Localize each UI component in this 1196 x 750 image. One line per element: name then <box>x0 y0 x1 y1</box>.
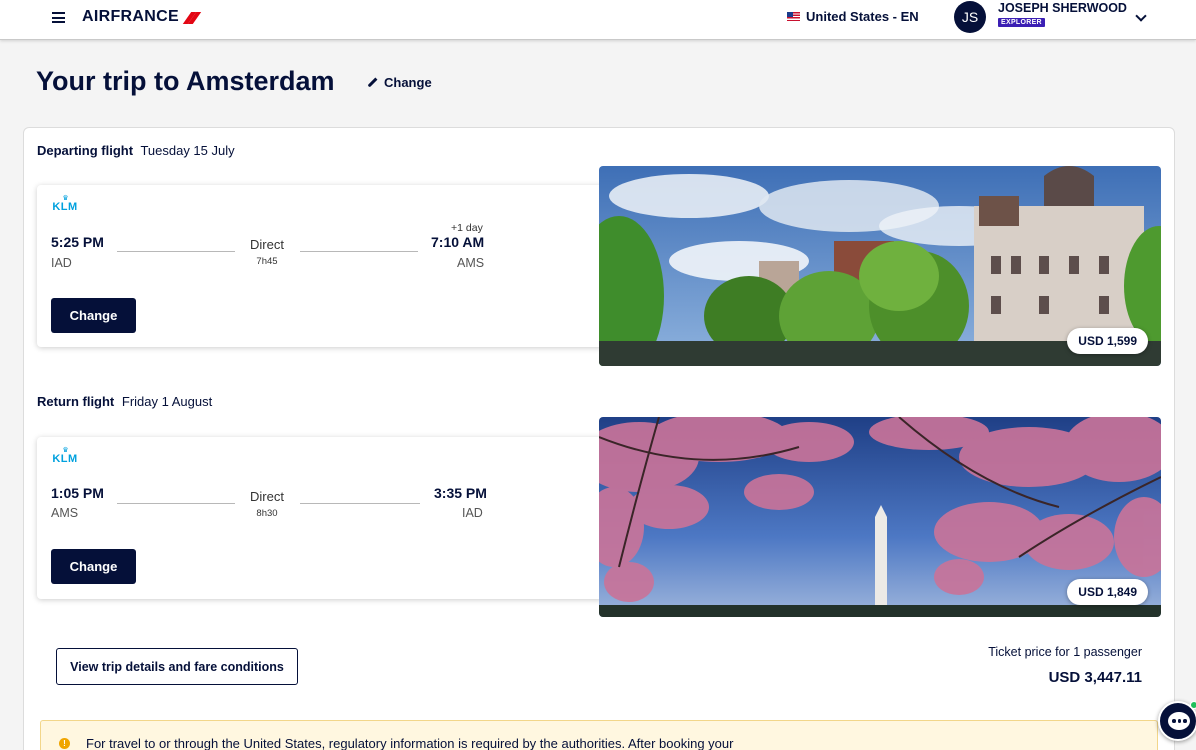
departing-flight-date: Tuesday 15 July <box>140 143 235 158</box>
departure-airport: AMS <box>51 506 79 520</box>
online-indicator <box>1190 701 1196 709</box>
warning-icon: ! <box>59 738 70 749</box>
flight-duration: 8h30 <box>256 508 278 519</box>
arrival-airport: AMS <box>457 256 485 270</box>
departure-time: 5:25 PM <box>51 234 104 250</box>
route-line-right <box>300 251 418 252</box>
status-badge: EXPLORER <box>998 18 1045 27</box>
return-flight-heading: Return flight Friday 1 August <box>37 394 212 409</box>
regulatory-notice: ! For travel to or through the United St… <box>40 720 1158 750</box>
pencil-icon <box>366 77 378 89</box>
departure-time: 1:05 PM <box>51 485 104 501</box>
klm-logo-icon: ♛ KLM <box>52 195 78 213</box>
klm-logo-icon: ♛ KLM <box>52 447 78 465</box>
route-line-left <box>117 251 235 252</box>
return-flight-card: ♛ KLM 1:05 PM AMS Direct 8h30 3:35 PM IA… <box>37 437 603 599</box>
change-destination-button[interactable]: Change <box>366 75 432 90</box>
arrival-time: 7:10 AM <box>431 234 485 250</box>
us-flag-icon <box>787 12 800 21</box>
departing-flight-heading: Departing flight Tuesday 15 July <box>37 143 235 158</box>
stops-label: Direct <box>250 489 284 504</box>
ticket-price-total: USD 3,447.11 <box>1048 669 1142 686</box>
arrival-airport: IAD <box>462 506 483 520</box>
notice-text: For travel to or through the United Stat… <box>86 736 734 750</box>
logo-slash-icon <box>181 12 202 24</box>
page-title: Your trip to Amsterdam <box>36 66 335 96</box>
airfrance-logo[interactable]: AIRFRANCE <box>82 8 202 26</box>
amsterdam-photo[interactable]: USD 1,599 <box>599 166 1161 366</box>
return-flight-label: Return flight <box>37 394 115 409</box>
view-trip-details-button[interactable]: View trip details and fare conditions <box>56 648 298 685</box>
airline-name: KLM <box>52 453 78 465</box>
stops-label: Direct <box>250 237 284 252</box>
flight-duration: 7h45 <box>256 256 278 267</box>
route-line-left <box>117 503 235 504</box>
chat-icon <box>1168 712 1190 730</box>
departing-flight-label: Departing flight <box>37 143 134 158</box>
departing-price-button[interactable]: USD 1,599 <box>1067 328 1148 354</box>
ticket-price-label: Ticket price for 1 passenger <box>988 645 1142 659</box>
return-price-button[interactable]: USD 1,849 <box>1067 579 1148 605</box>
locale-label: United States - EN <box>806 9 919 24</box>
change-destination-label: Change <box>384 75 432 90</box>
chat-button[interactable] <box>1158 701 1196 741</box>
brand-wordmark: AIRFRANCE <box>82 8 179 25</box>
user-name[interactable]: JOSEPH SHERWOOD <box>998 1 1127 15</box>
arrival-time: 3:35 PM <box>434 485 487 501</box>
washington-photo[interactable]: USD 1,849 <box>599 417 1161 617</box>
chevron-down-icon[interactable] <box>1135 10 1147 22</box>
change-departing-button[interactable]: Change <box>51 298 136 333</box>
top-navigation-bar: AIRFRANCE United States - EN JS JOSEPH S… <box>0 0 1196 40</box>
hamburger-icon[interactable] <box>52 12 65 23</box>
departing-flight-card: ♛ KLM 5:25 PM IAD Direct 7h45 +1 day 7:1… <box>37 185 603 347</box>
departure-airport: IAD <box>51 256 72 270</box>
return-flight-date: Friday 1 August <box>121 394 213 409</box>
avatar[interactable]: JS <box>954 1 986 33</box>
airline-name: KLM <box>52 201 78 213</box>
route-line-right <box>300 503 420 504</box>
change-return-button[interactable]: Change <box>51 549 136 584</box>
locale-selector[interactable]: United States - EN <box>787 9 919 24</box>
day-offset: +1 day <box>451 222 483 234</box>
